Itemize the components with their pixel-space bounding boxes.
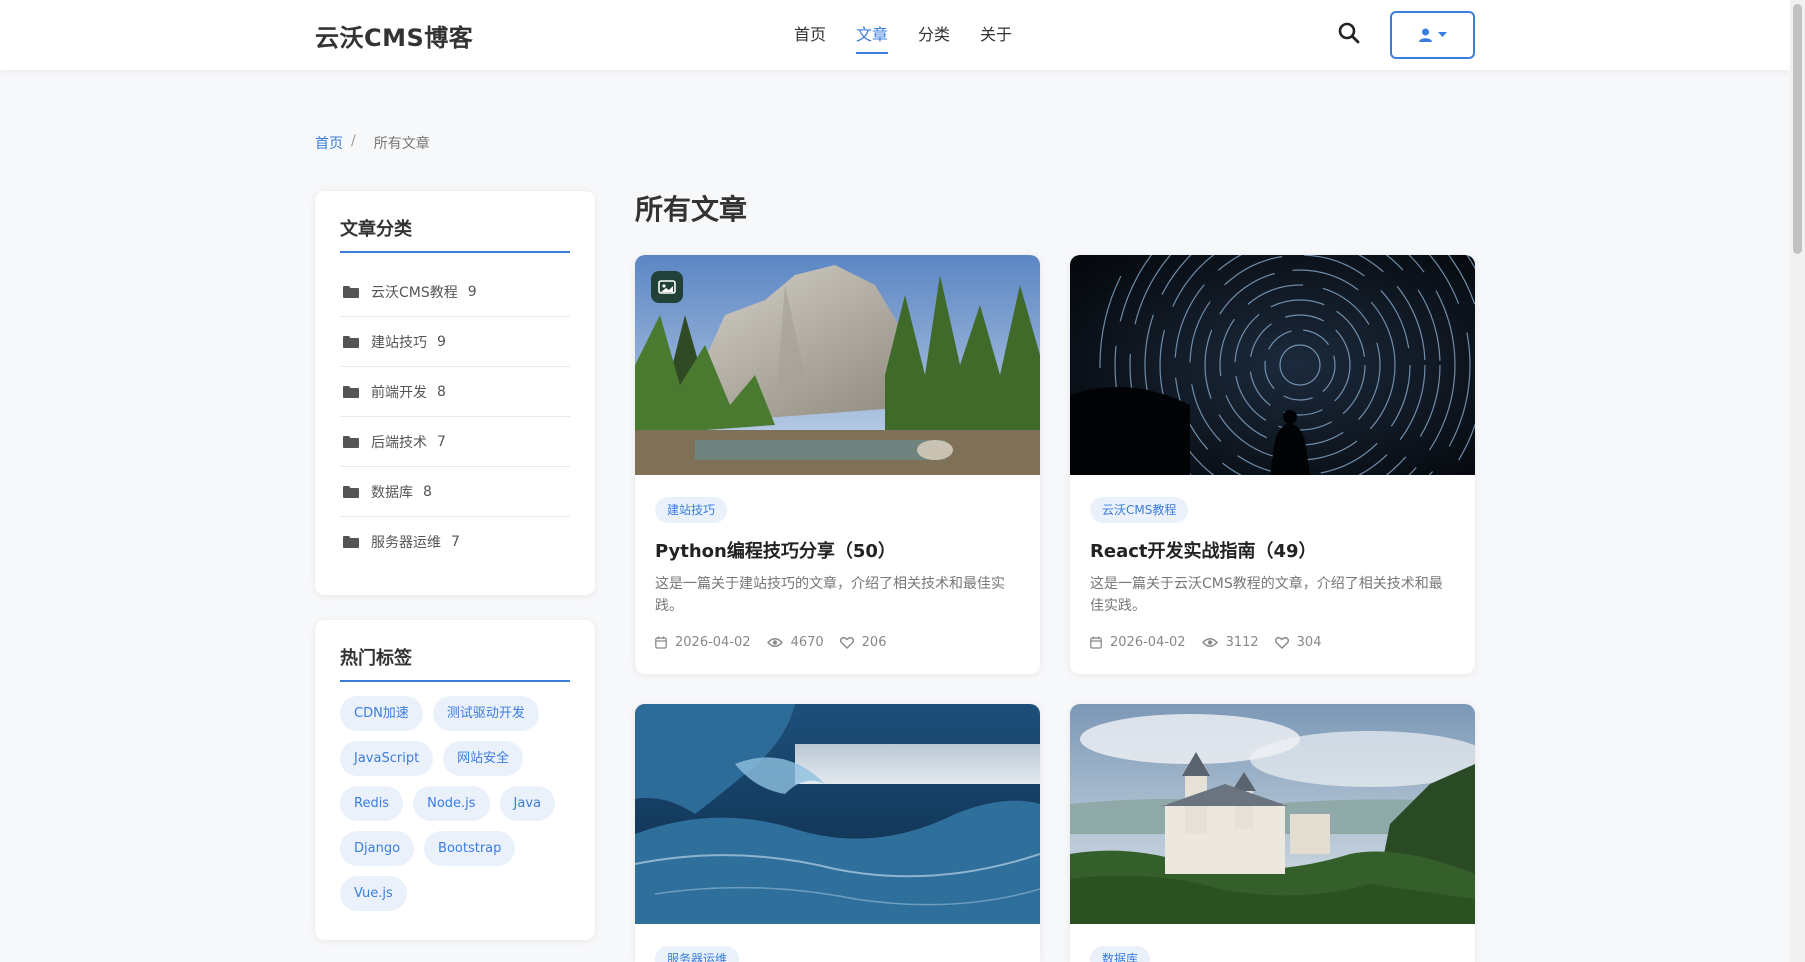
heart-icon (1274, 636, 1289, 649)
tag-chip[interactable]: CDN加速 (340, 696, 423, 731)
category-count: 9 (467, 283, 477, 300)
tag-chip[interactable]: Node.js (413, 786, 490, 821)
category-widget: 文章分类 云沃CMS教程 9 建站技巧 9 前端开发 8 后端技术 7 数据库 … (315, 191, 595, 595)
user-menu-button[interactable] (1390, 11, 1475, 59)
post-category-badge[interactable]: 服务器运维 (655, 946, 740, 962)
category-item[interactable]: 建站技巧 9 (340, 317, 570, 367)
breadcrumb-home[interactable]: 首页 (315, 133, 343, 153)
category-count: 8 (423, 483, 432, 500)
post-meta: 2026-04-02 4670 206 (655, 635, 1020, 650)
nav-articles[interactable]: 文章 (856, 0, 889, 70)
eye-icon (766, 638, 783, 647)
caret-down-icon (1437, 32, 1447, 37)
category-item[interactable]: 后端技术 7 (340, 417, 570, 467)
tag-chip[interactable]: Java (499, 786, 556, 821)
tag-chip[interactable]: JavaScript (340, 741, 434, 776)
folder-icon (343, 536, 359, 548)
category-widget-title: 文章分类 (340, 215, 570, 253)
post-category-badge[interactable]: 数据库 (1090, 946, 1151, 962)
folder-icon (343, 385, 359, 398)
folder-icon (343, 335, 359, 348)
category-name: 服务器运维 (371, 535, 441, 551)
calendar-icon (1090, 636, 1102, 649)
post-category-badge[interactable]: 建站技巧 (655, 497, 728, 523)
breadcrumb-current: 所有文章 (373, 136, 430, 152)
scrollbar-thumb[interactable] (1793, 4, 1802, 254)
post-date: 2026-04-02 (675, 635, 751, 650)
heart-icon (839, 636, 854, 649)
post-thumbnail[interactable] (635, 704, 1040, 924)
tag-chip[interactable]: Bootstrap (424, 831, 516, 866)
category-name: 建站技巧 (371, 334, 427, 351)
folder-icon (343, 435, 359, 448)
post-meta: 2026-04-02 3112 304 (1090, 635, 1455, 650)
post-likes: 304 (1296, 635, 1322, 650)
post-thumbnail[interactable] (1070, 255, 1475, 475)
post-card[interactable]: 云沃CMS教程 React开发实战指南（49） 这是一篇关于云沃CMS教程的文章… (1070, 255, 1475, 674)
post-views: 3112 (1225, 635, 1259, 650)
tag-chip[interactable]: 测试驱动开发 (432, 696, 539, 731)
site-brand[interactable]: 云沃CMS博客 (315, 18, 473, 53)
tag-chip[interactable]: Vue.js (340, 876, 407, 911)
tag-chip[interactable]: 网站安全 (443, 741, 524, 776)
folder-icon (343, 485, 359, 498)
category-item[interactable]: 前端开发 8 (340, 367, 570, 417)
category-item[interactable]: 数据库 8 (340, 467, 570, 517)
category-count: 7 (451, 534, 460, 550)
breadcrumb: 首页 / 所有文章 (315, 133, 430, 153)
tag-cloud: CDN加速 测试驱动开发 JavaScript 网站安全 Redis Node.… (340, 696, 570, 911)
category-name: 数据库 (371, 484, 413, 501)
top-navbar: 云沃CMS博客 首页 文章 分类 关于 (0, 0, 1790, 70)
eye-icon (1201, 638, 1218, 647)
page-title: 所有文章 (635, 193, 748, 226)
post-title[interactable]: React开发实战指南（49） (1090, 537, 1455, 563)
breadcrumb-separator: / (351, 133, 356, 149)
post-excerpt: 这是一篇关于建站技巧的文章，介绍了相关技术和最佳实践。 (655, 576, 1005, 614)
featured-badge-icon (651, 271, 683, 303)
post-card[interactable]: 服务器运维 (635, 704, 1040, 962)
category-item[interactable]: 云沃CMS教程 9 (340, 267, 570, 317)
category-name: 前端开发 (371, 384, 427, 401)
tag-chip[interactable]: Redis (340, 786, 404, 821)
calendar-icon (655, 636, 667, 649)
post-excerpt: 这是一篇关于云沃CMS教程的文章，介绍了相关技术和最佳实践。 (1090, 576, 1443, 614)
search-icon[interactable] (1338, 22, 1364, 48)
post-date: 2026-04-02 (1110, 635, 1186, 650)
nav-about[interactable]: 关于 (980, 0, 1012, 70)
category-item[interactable]: 服务器运维 7 (340, 517, 570, 567)
nav-home[interactable]: 首页 (794, 0, 826, 70)
folder-icon (343, 285, 359, 298)
post-thumbnail[interactable] (1070, 704, 1475, 924)
tag-chip[interactable]: Django (340, 831, 415, 866)
post-views: 4670 (790, 635, 824, 650)
category-count: 9 (437, 333, 446, 350)
user-icon (1418, 28, 1432, 42)
post-thumbnail[interactable] (635, 255, 1040, 475)
category-count: 8 (437, 383, 446, 400)
category-name: 后端技术 (371, 434, 427, 451)
post-category-badge[interactable]: 云沃CMS教程 (1090, 497, 1189, 523)
category-name: 云沃CMS教程 (371, 284, 458, 301)
tags-widget-title: 热门标签 (340, 644, 570, 682)
post-likes: 206 (861, 635, 887, 650)
main-nav: 首页 文章 分类 关于 (794, 0, 1012, 70)
page-scrollbar[interactable] (1790, 0, 1805, 962)
nav-categories[interactable]: 分类 (918, 0, 950, 70)
tags-widget: 热门标签 CDN加速 测试驱动开发 JavaScript 网站安全 Redis … (315, 620, 595, 940)
category-list: 云沃CMS教程 9 建站技巧 9 前端开发 8 后端技术 7 数据库 8 服务器… (340, 267, 570, 567)
post-card[interactable]: 数据库 (1070, 704, 1475, 962)
category-count: 7 (437, 433, 446, 450)
post-card[interactable]: 建站技巧 Python编程技巧分享（50） 这是一篇关于建站技巧的文章，介绍了相… (635, 255, 1040, 674)
post-title[interactable]: Python编程技巧分享（50） (655, 537, 1020, 563)
